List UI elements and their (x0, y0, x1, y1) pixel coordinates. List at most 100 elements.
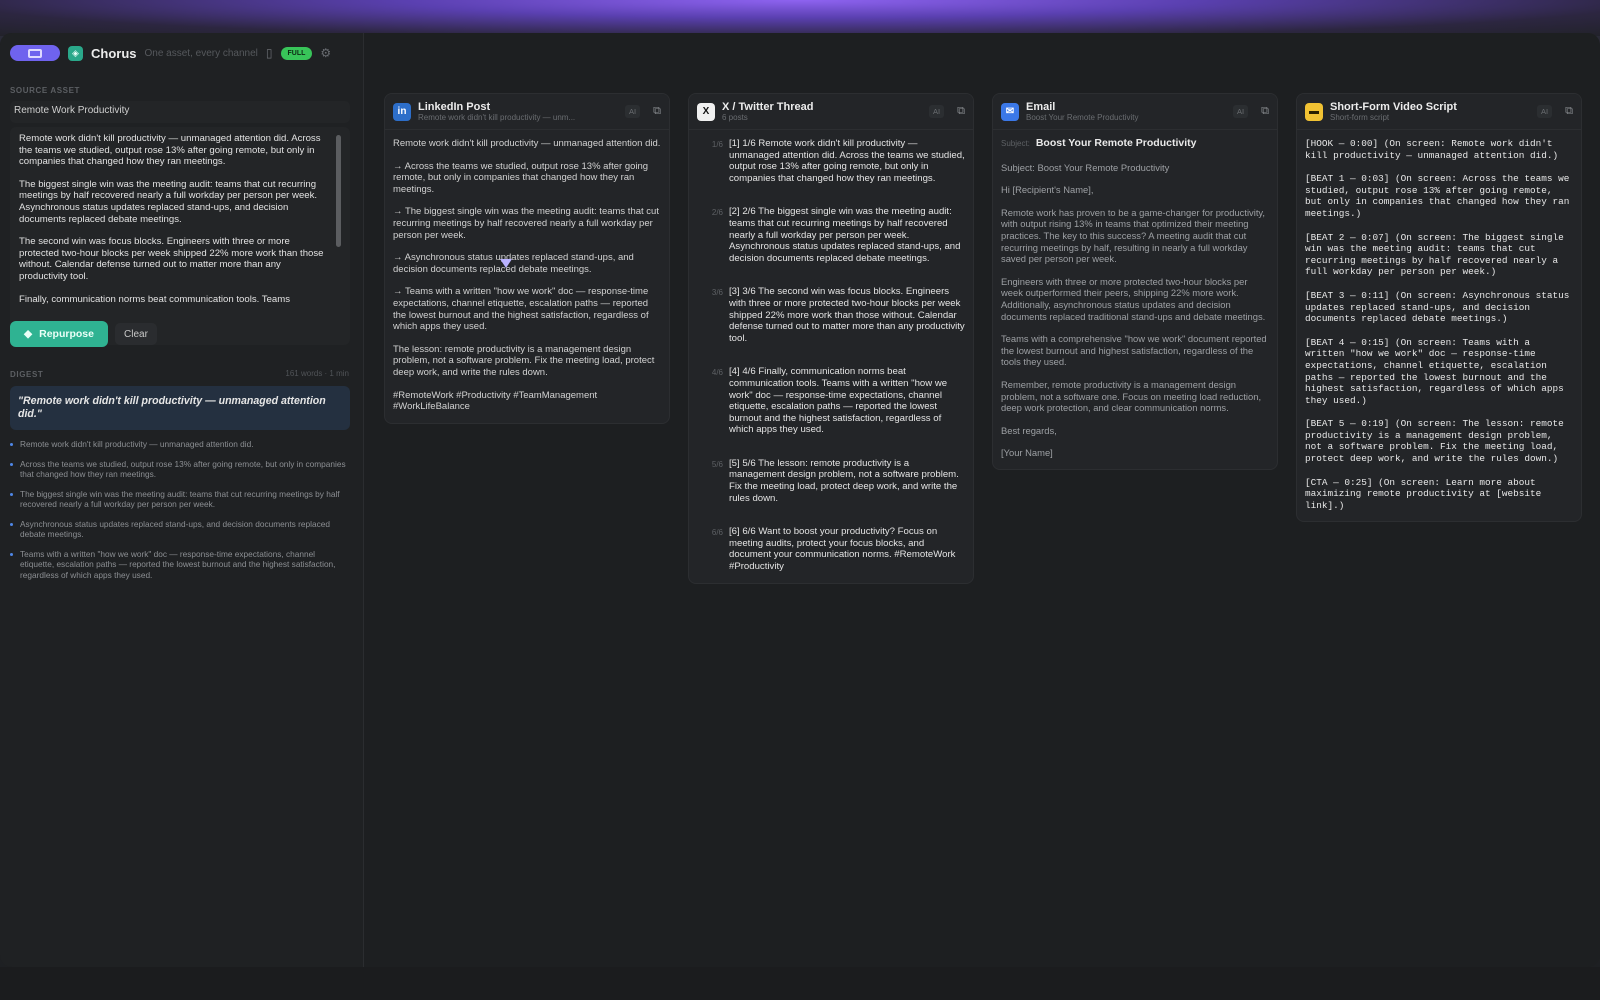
script-beat: [BEAT 4 — 0:15] (On screen: Teams with a… (1305, 336, 1564, 406)
post-number: 6/6 (711, 528, 723, 538)
post-text: [1] 1/6 Remote work didn't kill producti… (729, 138, 965, 184)
twitter-card: X X / Twitter Thread 6 posts AI ⧉ 1/6 [1… (688, 93, 974, 584)
video-card-header: ▬ Short-Form Video Script Short-form scr… (1297, 94, 1581, 130)
video-script-card: ▬ Short-Form Video Script Short-form scr… (1296, 93, 1582, 523)
twitter-card-body: 1/6 [1] 1/6 Remote work didn't kill prod… (689, 130, 973, 583)
post-text: [6] 6/6 Want to boost your productivity?… (729, 526, 956, 573)
linkedin-hashtags: #RemoteWork #Productivity #TeamManagemen… (393, 389, 598, 413)
post-number: 1/6 (711, 140, 723, 149)
card-title: X / Twitter Thread (722, 101, 814, 113)
post-text: [5] 5/6 The lesson: remote productivity … (729, 457, 959, 504)
source-paragraph: The biggest single win was the meeting a… (19, 178, 318, 225)
email-card: ✉ Email Boost Your Remote Productivity A… (992, 93, 1278, 470)
email-paragraph: Subject: Boost Your Remote Productivity (1001, 161, 1170, 173)
app-name: Chorus (91, 45, 137, 61)
script-beat: [BEAT 5 — 0:19] (On screen: The lesson: … (1305, 418, 1564, 465)
mouse-cursor-icon (500, 259, 512, 268)
linkedin-paragraph: → Teams with a written "how we work" doc… (393, 286, 649, 333)
linkedin-card-header: in LinkedIn Post Remote work didn't kill… (385, 94, 669, 130)
subject-label: Subject: (1001, 139, 1030, 148)
desktop-bottom-strip (0, 967, 1600, 1000)
post-text: [3] 3/6 The second win was focus blocks.… (729, 286, 965, 344)
thread-post: 3/6 [3] 3/6 The second win was focus blo… (697, 286, 965, 344)
thread-post: 6/6 [6] 6/6 Want to boost your productiv… (697, 526, 965, 572)
screen-toggle-button[interactable] (10, 45, 60, 61)
email-card-header: ✉ Email Boost Your Remote Productivity A… (993, 94, 1277, 130)
source-title-input[interactable]: Remote Work Productivity (10, 101, 350, 123)
email-card-body: Subject: Boost Your Remote Productivity … (993, 130, 1277, 469)
digest-label: DIGEST (10, 370, 44, 379)
repurpose-label: Repurpose (39, 328, 94, 340)
email-paragraph: Best regards, (1001, 424, 1057, 436)
sidebar: ◈ Chorus One asset, every channel ▯ FULL… (0, 33, 364, 967)
source-text-area[interactable]: Remote work didn't kill productivity — u… (10, 127, 350, 345)
gear-icon[interactable]: ⚙ (320, 46, 331, 60)
bookmark-icon[interactable]: ▯ (266, 46, 273, 60)
linkedin-paragraph: → Asynchronous status updates replaced s… (393, 252, 634, 275)
email-paragraph: Remember, remote productivity is a manag… (1001, 378, 1262, 414)
copy-icon[interactable]: ⧉ (1565, 105, 1573, 118)
email-paragraph: Teams with a comprehensive "how we work"… (1001, 333, 1267, 368)
digest-item: Remote work didn't kill productivity — u… (10, 439, 350, 450)
email-paragraph: Remote work has proven to be a game-chan… (1001, 206, 1266, 265)
card-subtitle: Boost Your Remote Productivity (1026, 113, 1139, 122)
thread-post: 5/6 [5] 5/6 The lesson: remote productiv… (697, 458, 965, 504)
card-title: Short-Form Video Script (1330, 101, 1457, 113)
post-number: 5/6 (711, 459, 723, 469)
email-paragraph: [Your Name] (1001, 447, 1053, 459)
app-window: ◈ Chorus One asset, every channel ▯ FULL… (0, 33, 1600, 967)
mail-icon: ✉ (1001, 102, 1019, 121)
linkedin-paragraph: → The biggest single win was the meeting… (393, 206, 659, 241)
ai-badge: AI (625, 105, 641, 118)
ai-badge: AI (1233, 105, 1249, 118)
script-beat: [CTA — 0:25] (On screen: Learn more abou… (1305, 476, 1542, 511)
video-card-body: [HOOK — 0:00] (On screen: Remote work di… (1297, 130, 1581, 521)
clear-button[interactable]: Clear (115, 323, 157, 345)
chorus-logo-icon: ◈ (68, 45, 83, 61)
app-tagline: One asset, every channel (144, 47, 258, 59)
card-subtitle: Remote work didn't kill productivity — u… (418, 113, 576, 122)
linkedin-card: in LinkedIn Post Remote work didn't kill… (384, 93, 670, 424)
card-title: Email (1026, 101, 1056, 113)
screen-icon (28, 48, 42, 58)
script-beat: [BEAT 1 — 0:03] (On screen: Across the t… (1305, 173, 1570, 219)
digest-meta: 161 words · 1 min (285, 369, 349, 378)
digest-item: Asynchronous status updates replaced sta… (10, 519, 350, 540)
thread-post: 4/6 [4] 4/6 Finally, communication norms… (697, 366, 965, 436)
digest-list: Remote work didn't kill productivity — u… (10, 439, 350, 589)
post-text: [4] 4/6 Finally, communication norms bea… (729, 366, 948, 436)
copy-icon[interactable]: ⧉ (957, 105, 965, 118)
window-backdrop-glow (0, 0, 1600, 36)
script-beat: [HOOK — 0:00] (On screen: Remote work di… (1305, 138, 1559, 161)
post-number: 2/6 (711, 208, 723, 218)
digest-item: The biggest single win was the meeting a… (10, 489, 350, 510)
subject-text: Boost Your Remote Productivity (1035, 137, 1197, 149)
digest-item: Across the teams we studied, output rose… (10, 459, 350, 480)
source-scrollbar[interactable] (336, 135, 341, 247)
twitter-card-header: X X / Twitter Thread 6 posts AI ⧉ (689, 94, 973, 130)
ai-badge: AI (929, 105, 945, 118)
ai-badge: AI (1537, 105, 1553, 118)
post-number: 4/6 (711, 368, 723, 378)
source-paragraph: Remote work didn't kill productivity — u… (19, 133, 321, 168)
thread-post: 2/6 [2] 2/6 The biggest single win was t… (697, 206, 965, 264)
email-subject: Subject: Boost Your Remote Productivity (1001, 137, 1269, 150)
repurpose-button[interactable]: ◆ Repurpose (10, 321, 108, 347)
script-beat: [BEAT 2 — 0:07] (On screen: The biggest … (1305, 231, 1564, 278)
app-header: ◈ Chorus One asset, every channel ▯ FULL… (10, 43, 360, 63)
copy-icon[interactable]: ⧉ (1261, 105, 1269, 118)
source-paragraph: Finally, communication norms beat commun… (19, 293, 291, 305)
layers-icon: ◆ (24, 328, 33, 340)
linkedin-icon: in (393, 102, 411, 121)
post-text: [2] 2/6 The biggest single win was the m… (729, 206, 961, 264)
copy-icon[interactable]: ⧉ (653, 105, 661, 118)
digest-item: Teams with a written "how we work" doc —… (10, 549, 350, 581)
source-paragraph: The second win was focus blocks. Enginee… (19, 236, 324, 282)
digest-quote: "Remote work didn't kill productivity — … (10, 386, 350, 430)
card-title: LinkedIn Post (418, 101, 491, 113)
source-asset-label: SOURCE ASSET (10, 86, 81, 95)
card-subtitle: Short-form script (1330, 113, 1390, 122)
linkedin-card-body: Remote work didn't kill productivity — u… (385, 130, 669, 423)
email-paragraph: Engineers with three or more protected t… (1001, 275, 1266, 322)
post-number: 3/6 (711, 288, 723, 298)
